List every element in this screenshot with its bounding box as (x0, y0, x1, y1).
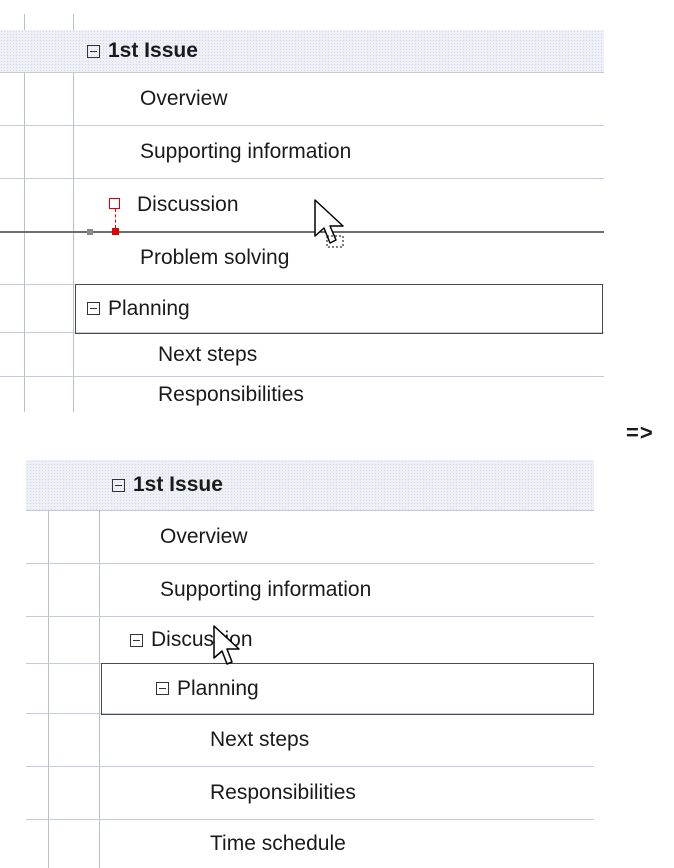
outline-row-time-schedule[interactable]: Time schedule (26, 820, 594, 868)
outline-row-supporting-information[interactable]: Supporting information (26, 564, 594, 617)
row-label: Next steps (210, 728, 310, 751)
drop-marker-connector (115, 209, 116, 228)
collapse-toggle-icon[interactable] (130, 633, 143, 647)
row-label: Supporting information (160, 578, 372, 601)
drop-marker-icon (112, 228, 119, 235)
selection-outline (75, 284, 603, 334)
outline-row-responsibilities[interactable]: Responsibilities (0, 377, 604, 412)
row-label: 1st Issue (108, 39, 198, 62)
row-label: Overview (160, 525, 248, 548)
row-label: Next steps (158, 342, 258, 366)
outline-before-panel: 1st Issue Overview Supporting informatio… (0, 14, 604, 412)
mouse-pointer-icon (213, 625, 240, 665)
outline-row-1st-issue[interactable]: 1st Issue (26, 460, 594, 511)
transition-arrow: => (626, 420, 654, 445)
drop-handle-icon (87, 229, 93, 235)
outline-row-responsibilities[interactable]: Responsibilities (26, 767, 594, 820)
selection-outline (101, 663, 594, 715)
outline-row-overview[interactable]: Overview (0, 73, 604, 126)
row-label: Overview (140, 87, 228, 110)
row-label: Time schedule (210, 832, 346, 855)
outline-row-next-steps[interactable]: Next steps (26, 714, 594, 767)
collapse-toggle-icon[interactable] (87, 44, 100, 58)
outline-row-problem-solving[interactable]: Problem solving (0, 232, 604, 285)
row-label: Responsibilities (210, 781, 356, 804)
drop-marker-icon (109, 198, 120, 209)
outline-row-next-steps[interactable]: Next steps (0, 333, 604, 377)
row-label: Responsibilities (158, 383, 304, 406)
outline-row-discussion[interactable]: Discussion (0, 179, 604, 232)
outline-row-supporting-information[interactable]: Supporting information (0, 126, 604, 179)
row-label: Problem solving (140, 246, 290, 269)
outline-row-overview[interactable]: Overview (26, 511, 594, 564)
row-label: Discussion (137, 193, 239, 216)
row-label: Supporting information (140, 140, 352, 163)
mouse-pointer-icon (314, 199, 344, 248)
collapse-toggle-icon[interactable] (112, 478, 125, 492)
outline-after-panel: 1st Issue Overview Supporting informatio… (26, 460, 594, 868)
row-label: 1st Issue (133, 473, 223, 496)
outline-row-discussion[interactable]: Discussion (26, 617, 594, 664)
outline-row-1st-issue[interactable]: 1st Issue (0, 30, 604, 73)
